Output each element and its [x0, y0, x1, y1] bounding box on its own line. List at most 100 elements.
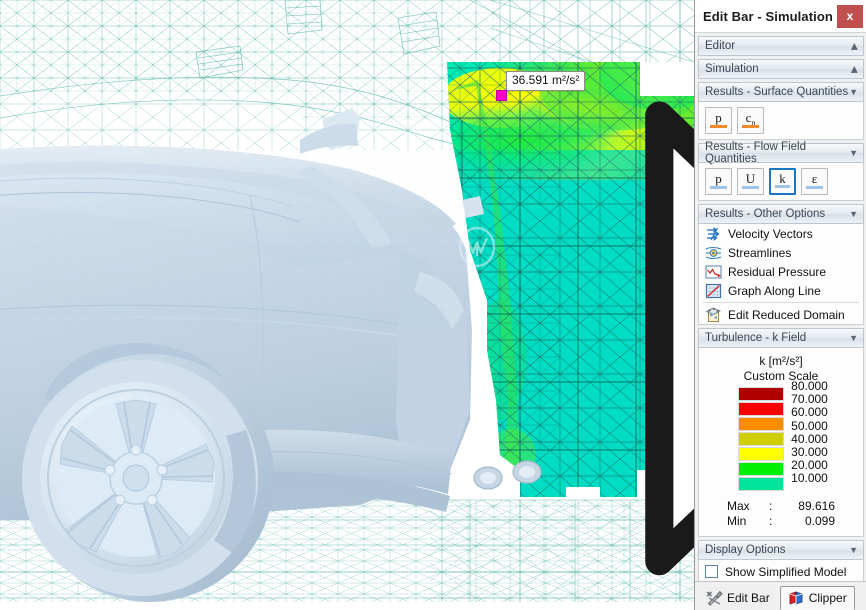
btn-label: p [715, 171, 722, 186]
legend-tick-values: 80.000 70.000 60.000 50.000 40.000 30.00… [791, 379, 828, 491]
flow-quantity-u-button[interactable]: U [737, 168, 764, 195]
option-residual-pressure[interactable]: Residual Pressure [699, 262, 863, 281]
legend-swatch [738, 462, 785, 476]
group-label-simulation: Simulation [705, 63, 759, 75]
application-window: 36.591 m²/s² Edit Bar - Simulation x Edi… [0, 0, 866, 610]
flow-quantity-k-button[interactable]: k [769, 168, 796, 195]
group-header-flow-field-quantities[interactable]: Results - Flow Field Quantities ▼ [698, 141, 864, 165]
option-graph-along-line[interactable]: Graph Along Line [699, 281, 863, 300]
residual-pressure-icon [705, 265, 722, 278]
option-label: Edit Reduced Domain [728, 307, 845, 322]
option-label: Graph Along Line [728, 283, 821, 298]
btn-label: U [745, 171, 756, 186]
option-label: Velocity Vectors [728, 226, 813, 241]
panel-title: Edit Bar - Simulation [703, 8, 833, 24]
legend-tick: 50.000 [791, 418, 828, 433]
legend-min-value: 0.099 [804, 514, 835, 528]
surface-quantity-cp-button[interactable]: cp [737, 107, 764, 134]
graph-along-line-icon [705, 283, 722, 298]
surface-quantities-body: p cp [698, 102, 864, 140]
group-header-editor[interactable]: Editor ◀ [698, 36, 864, 56]
tab-label: Edit Bar [727, 591, 770, 605]
group-header-simulation[interactable]: Simulation ◀ [698, 59, 864, 79]
velocity-vectors-icon [707, 226, 720, 241]
underline-indicator [710, 186, 727, 189]
btn-label: k [779, 171, 786, 186]
legend-scale-mode: Custom Scale [743, 369, 819, 383]
chevron-down-icon: ▼ [849, 147, 858, 158]
group-label-turbulence: Turbulence - k Field [705, 332, 807, 344]
legend-swatch [738, 447, 785, 461]
group-header-other-options[interactable]: Results - Other Options ▼ [698, 204, 864, 224]
option-streamlines[interactable]: Streamlines [699, 243, 863, 262]
group-header-display-options[interactable]: Display Options ▼ [698, 540, 864, 560]
legend-min-label: Min [727, 514, 747, 528]
turbulence-body: k [m²/s²] Custom Scale 80.000 70.000 60.… [698, 348, 864, 537]
legend-swatch [738, 477, 785, 491]
underline-indicator [806, 186, 823, 189]
tab-edit-bar[interactable]: Edit Bar [698, 586, 778, 610]
option-velocity-vectors[interactable]: Velocity Vectors [699, 224, 863, 243]
underline-indicator [742, 125, 759, 128]
divider [703, 302, 859, 303]
flow-field-buttons: p U k ε [699, 163, 863, 200]
checkbox-label: Show Simplified Model [725, 564, 847, 579]
group-header-turbulence[interactable]: Turbulence - k Field ▼ [698, 328, 864, 348]
legend-unit: k [m²/s²] [759, 354, 803, 368]
option-label: Residual Pressure [728, 264, 827, 279]
panel-body: Editor ◀ Simulation ◀ Results - Surface … [695, 33, 866, 581]
display-options-body: Show Simplified Model Show Reduced Domai… [698, 560, 864, 581]
legend-bars: 80.000 70.000 60.000 50.000 40.000 30.00… [705, 379, 857, 491]
chevron-down-icon: ▼ [849, 208, 858, 219]
3d-viewport[interactable]: 36.591 m²/s² [0, 0, 694, 610]
legend-swatches [738, 387, 785, 491]
panel-titlebar: Edit Bar - Simulation x [695, 0, 866, 33]
chevron-collapsed-icon: ◀ [850, 42, 861, 50]
group-label-display-options: Display Options [705, 544, 786, 556]
underline-indicator [742, 186, 759, 189]
close-button[interactable]: x [837, 4, 863, 28]
flow-field-body: p U k ε [698, 163, 864, 201]
btn-label: ε [811, 171, 818, 186]
checkbox-row-show-simplified-model[interactable]: Show Simplified Model [699, 560, 863, 581]
clipper-cube-icon [789, 591, 803, 605]
legend-tick: 60.000 [791, 405, 828, 420]
chevron-down-icon: ▼ [849, 332, 858, 343]
tab-clipper[interactable]: Clipper [779, 586, 855, 610]
probe-value-tooltip: 36.591 m²/s² [506, 71, 586, 91]
legend-min-row: Min : 0.099 [727, 514, 835, 529]
legend-swatch [738, 417, 785, 431]
panel-tabbar: Edit Bar Clipper [695, 581, 866, 610]
legend-tick: 10.000 [791, 471, 828, 486]
underline-indicator [710, 125, 727, 128]
underline-indicator [775, 185, 790, 188]
legend-max-label: Max [727, 499, 750, 513]
group-label-editor: Editor [705, 40, 736, 52]
group-label-flow-field-quantities: Results - Flow Field Quantities [705, 141, 806, 165]
option-label: Streamlines [728, 245, 792, 260]
chevron-down-icon: ▼ [849, 544, 858, 555]
edit-bar-panel: Edit Bar - Simulation x Editor ◀ Simulat… [694, 0, 866, 610]
legend-swatch [738, 387, 785, 401]
checkbox-show-simplified-model[interactable] [705, 565, 718, 578]
edit-reduced-domain-icon [705, 307, 722, 322]
group-header-surface-quantities[interactable]: Results - Surface Quantities ▼ [698, 82, 864, 102]
surface-quantity-p-button[interactable]: p [705, 107, 732, 134]
legend-max-value: 89.616 [798, 499, 835, 513]
legend-swatch [738, 402, 785, 416]
btn-label: p [715, 110, 722, 125]
flow-quantity-p-button[interactable]: p [705, 168, 732, 195]
tab-label: Clipper [808, 591, 847, 605]
color-scale-legend: k [m²/s²] Custom Scale 80.000 70.000 60.… [699, 348, 863, 536]
chevron-collapsed-icon: ◀ [850, 65, 861, 73]
other-options-body: Velocity Vectors Streamlines Residual Pr… [698, 224, 864, 325]
option-edit-reduced-domain[interactable]: Edit Reduced Domain [699, 305, 863, 324]
legend-colon: : [769, 514, 773, 528]
flow-quantity-epsilon-button[interactable]: ε [801, 168, 828, 195]
mouse-cursor-icon [645, 101, 694, 576]
body-reflection [0, 150, 470, 330]
legend-colon: : [769, 499, 773, 513]
group-label-other-options: Results - Other Options [705, 208, 826, 220]
legend-minmax: Max : 89.616 Min : 0.099 [705, 499, 857, 529]
legend-max-row: Max : 89.616 [727, 499, 835, 514]
